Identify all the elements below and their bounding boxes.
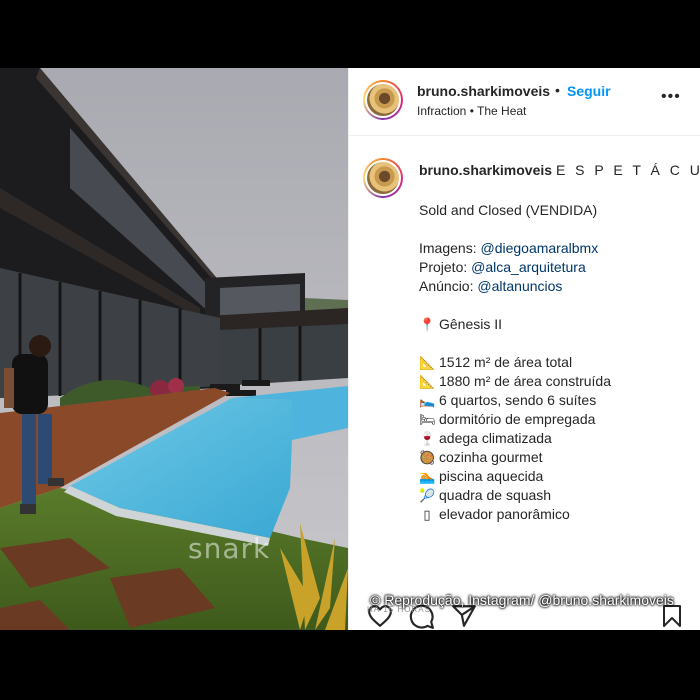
video-watermark: snark: [188, 532, 271, 565]
feature-line: 📐 1512 m² de área total: [419, 354, 573, 370]
house-photo-illustration: [0, 68, 348, 630]
image-credit: © Reprodução, Instagram/ @bruno.sharkimo…: [370, 592, 674, 608]
feature-line: ▯ elevador panorâmico: [419, 506, 569, 523]
credit-line-ad: Anúncio: @altanuncios: [419, 278, 563, 294]
post-side-panel: bruno.sharkimoveis • Seguir Infraction •…: [348, 68, 700, 630]
mention-link[interactable]: @altanuncios: [477, 278, 562, 294]
feature-line: 🍷 adega climatizada: [419, 430, 552, 446]
follow-button[interactable]: Seguir: [567, 83, 611, 99]
caption-area: bruno.sharkimoveis E S P E T Á C U L O !…: [349, 136, 700, 584]
post-photo[interactable]: snark: [0, 68, 348, 630]
audio-track[interactable]: Infraction • The Heat: [417, 104, 526, 118]
pin-icon: 📍: [419, 317, 436, 332]
post-header: bruno.sharkimoveis • Seguir Infraction •…: [349, 68, 700, 136]
location-line: 📍 Gênesis II: [419, 316, 503, 332]
caption-title: E S P E T Á C U L O !: [555, 162, 700, 178]
mention-link[interactable]: @alca_arquitetura: [471, 259, 586, 275]
feature-line: 🥘 cozinha gourmet: [419, 449, 543, 465]
caption-username[interactable]: bruno.sharkimoveis: [419, 162, 552, 178]
bed-icon: 🛏: [419, 412, 436, 427]
credit-line-images: Imagens: @diegoamaralbmx: [419, 240, 599, 256]
caption-status: Sold and Closed (VENDIDA): [419, 202, 598, 218]
avatar[interactable]: [363, 80, 403, 120]
racquet-icon: 🎾: [419, 488, 436, 503]
author-username[interactable]: bruno.sharkimoveis: [417, 83, 550, 99]
feature-line: 🛏 dormitório de empregada: [419, 411, 596, 427]
caption-avatar[interactable]: [363, 158, 403, 198]
feature-line: 🛌 6 quartos, sendo 6 suítes: [419, 392, 597, 408]
instagram-post: snark bruno.sharkimoveis • Seguir Infrac…: [0, 68, 700, 630]
elevator-icon: ▯: [423, 507, 431, 522]
feature-line: 🏊 piscina aquecida: [419, 468, 544, 484]
mention-link[interactable]: @diegoamaralbmx: [480, 240, 598, 256]
credit-line-project: Projeto: @alca_arquitetura: [419, 259, 586, 275]
separator-dot: •: [555, 82, 560, 98]
caption-header: bruno.sharkimoveis E S P E T Á C U L O !: [419, 162, 700, 178]
feature-line: 📐 1880 m² de área construída: [419, 373, 611, 389]
swimmer-icon: 🏊: [419, 469, 436, 484]
ruler-icon: 📐: [419, 374, 436, 389]
bed-icon: 🛌: [419, 393, 436, 408]
ruler-icon: 📐: [419, 355, 436, 370]
more-options-icon[interactable]: •••: [661, 88, 681, 106]
wine-glass-icon: 🍷: [419, 431, 436, 446]
feature-line: 🎾 quadra de squash: [419, 487, 552, 503]
cooking-pan-icon: 🥘: [419, 450, 436, 465]
